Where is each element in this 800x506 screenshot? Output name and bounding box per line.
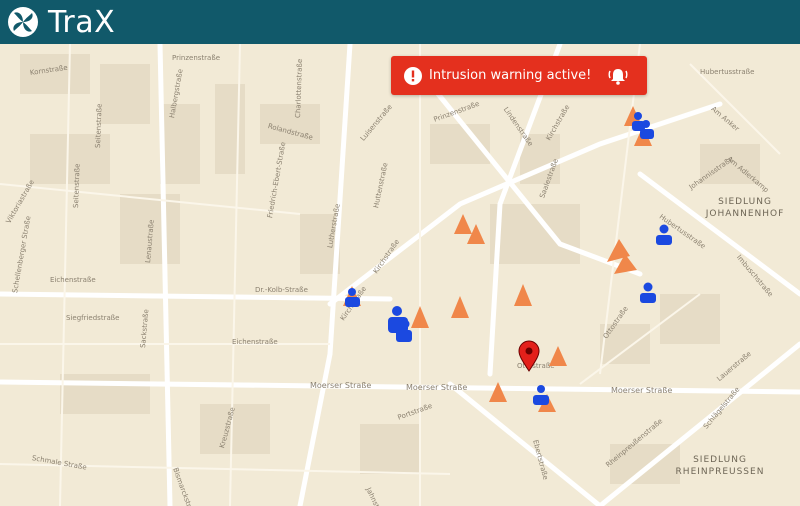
alert-message: Intrusion warning active! xyxy=(429,68,592,83)
cone-marker[interactable] xyxy=(514,284,532,306)
cone-marker[interactable] xyxy=(549,346,567,366)
cone-marker[interactable] xyxy=(411,306,429,328)
trax-logo-icon[interactable] xyxy=(6,5,40,39)
person-marker[interactable] xyxy=(640,282,656,304)
cone-marker[interactable] xyxy=(451,296,469,318)
person-marker[interactable] xyxy=(656,224,672,246)
cone-marker[interactable] xyxy=(489,382,507,402)
app-title: TraX xyxy=(48,4,116,40)
bell-icon[interactable] xyxy=(607,66,629,86)
cone-marker[interactable] xyxy=(454,214,472,234)
map-view[interactable]: Kornstraße Prinzenstraße Viktoriastraße … xyxy=(0,44,800,506)
location-pin-icon[interactable] xyxy=(518,340,540,372)
app-header: TraX xyxy=(0,0,800,44)
warning-icon xyxy=(404,66,422,85)
person-marker[interactable] xyxy=(345,288,360,307)
map-markers xyxy=(343,106,672,412)
intrusion-alert-banner[interactable]: Intrusion warning active! xyxy=(391,56,647,95)
